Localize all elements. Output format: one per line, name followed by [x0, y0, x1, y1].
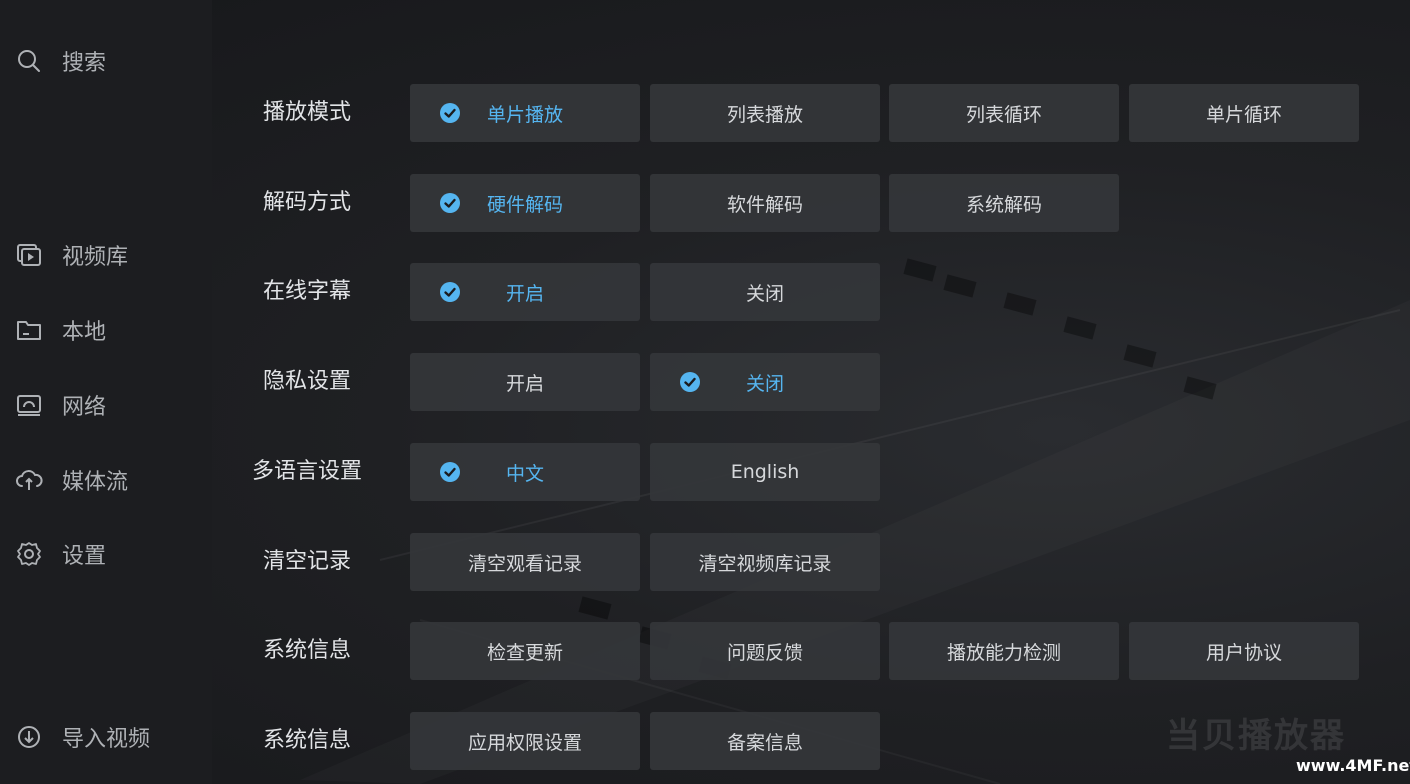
setting-option-label: 应用权限设置	[467, 731, 582, 754]
setting-option-button[interactable]: 清空观看记录	[410, 533, 640, 591]
check-icon	[440, 282, 460, 302]
setting-row-label: 播放模式	[262, 100, 351, 125]
setting-option-label: 开启	[505, 372, 544, 395]
setting-option-label: 开启	[505, 282, 544, 305]
setting-row-label: 清空记录	[262, 549, 351, 574]
folder-icon	[14, 315, 44, 345]
setting-option-button[interactable]: 问题反馈	[650, 622, 880, 680]
import-video-button[interactable]: 导入视频	[14, 719, 150, 755]
setting-option-label: 软件解码	[726, 193, 803, 216]
setting-option-button[interactable]: 关闭	[650, 263, 880, 321]
setting-row-label: 隐私设置	[262, 369, 351, 394]
setting-option-button[interactable]: 清空视频库记录	[650, 533, 880, 591]
settings-screen: 搜索 视频库 本地 网络 媒体流 设置 导入视频 播放模式 单片播放 列表播放 …	[0, 0, 1410, 784]
sidebar-search[interactable]: 搜索	[14, 43, 106, 79]
sidebar-item-local[interactable]: 本地	[14, 312, 106, 348]
app-watermark: 当贝播放器	[1166, 716, 1346, 756]
search-icon	[14, 46, 44, 76]
setting-row-label: 系统信息	[262, 728, 351, 753]
cloud-icon	[14, 465, 44, 495]
setting-option-button[interactable]: 系统解码	[889, 174, 1119, 232]
setting-option-label: 单片播放	[486, 103, 563, 126]
sidebar-item-label: 视频库	[62, 245, 129, 270]
setting-option-label: 关闭	[745, 372, 784, 395]
sidebar-item-label: 网络	[62, 395, 107, 420]
setting-row-label: 在线字幕	[262, 279, 351, 304]
sidebar-item-label: 媒体流	[62, 470, 129, 495]
video-library-icon	[14, 240, 44, 270]
setting-option-label: 用户协议	[1205, 641, 1282, 664]
setting-option-label: 系统解码	[965, 193, 1042, 216]
setting-option-label: English	[730, 461, 800, 483]
setting-option-button[interactable]: 应用权限设置	[410, 712, 640, 770]
setting-option-button[interactable]: 检查更新	[410, 622, 640, 680]
setting-option-label: 列表播放	[726, 103, 803, 126]
setting-option-button[interactable]: 硬件解码	[410, 174, 640, 232]
import-icon	[14, 722, 44, 752]
sidebar-item-video-library[interactable]: 视频库	[14, 237, 128, 273]
setting-row-label: 解码方式	[262, 190, 351, 215]
setting-option-button[interactable]: 开启	[410, 353, 640, 411]
setting-option-button[interactable]: 备案信息	[650, 712, 880, 770]
sidebar-item-settings[interactable]: 设置	[14, 536, 106, 572]
setting-option-button[interactable]: 软件解码	[650, 174, 880, 232]
sidebar: 搜索 视频库 本地 网络 媒体流 设置 导入视频	[0, 0, 212, 784]
setting-option-label: 中文	[505, 462, 544, 485]
network-drive-icon	[14, 390, 44, 420]
site-watermark: www.4MF.net	[1296, 756, 1410, 775]
check-icon	[440, 103, 460, 123]
setting-option-label: 关闭	[745, 282, 784, 305]
setting-row-label: 多语言设置	[251, 459, 362, 484]
setting-option-label: 列表循环	[965, 103, 1042, 126]
setting-option-label: 备案信息	[726, 731, 803, 754]
setting-option-button[interactable]: 单片循环	[1129, 84, 1359, 142]
setting-option-button[interactable]: 列表循环	[889, 84, 1119, 142]
sidebar-item-media-stream[interactable]: 媒体流	[14, 462, 128, 498]
setting-option-button[interactable]: 列表播放	[650, 84, 880, 142]
setting-option-button[interactable]: 开启	[410, 263, 640, 321]
setting-option-label: 检查更新	[486, 641, 563, 664]
setting-option-button[interactable]: 播放能力检测	[889, 622, 1119, 680]
setting-option-label: 硬件解码	[486, 193, 563, 216]
check-icon	[440, 193, 460, 213]
import-video-label: 导入视频	[62, 727, 151, 752]
sidebar-item-label: 本地	[62, 320, 107, 345]
setting-option-label: 问题反馈	[726, 641, 803, 664]
setting-option-label: 播放能力检测	[946, 641, 1061, 664]
gear-icon	[14, 539, 44, 569]
setting-option-label: 清空观看记录	[467, 552, 582, 575]
check-icon	[440, 462, 460, 482]
sidebar-search-label: 搜索	[62, 51, 107, 76]
setting-option-button[interactable]: 关闭	[650, 353, 880, 411]
setting-option-button[interactable]: 中文	[410, 443, 640, 501]
setting-option-button[interactable]: 用户协议	[1129, 622, 1359, 680]
setting-option-button[interactable]: English	[650, 443, 880, 501]
setting-option-label: 清空视频库记录	[698, 552, 832, 575]
setting-option-label: 单片循环	[1205, 103, 1282, 126]
sidebar-item-label: 设置	[62, 544, 107, 569]
setting-row-label: 系统信息	[262, 638, 351, 663]
setting-option-button[interactable]: 单片播放	[410, 84, 640, 142]
sidebar-item-network[interactable]: 网络	[14, 387, 106, 423]
check-icon	[680, 372, 700, 392]
